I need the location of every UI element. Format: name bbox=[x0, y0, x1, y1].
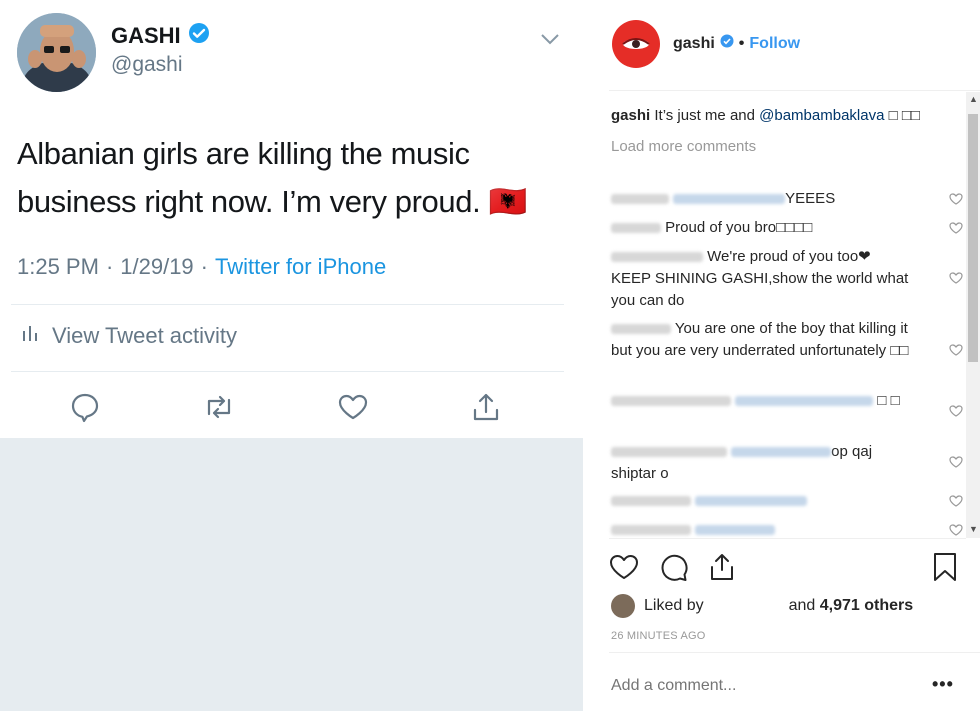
comment-like-icon[interactable] bbox=[949, 271, 963, 285]
divider bbox=[609, 90, 980, 91]
verified-badge-icon bbox=[720, 34, 734, 53]
list-item: We're proud of you too❤ KEEP SHINING GAS… bbox=[611, 246, 911, 312]
list-item: op qaj shiptar o bbox=[611, 441, 911, 485]
bar-chart-icon bbox=[20, 323, 40, 349]
comment-like-icon[interactable] bbox=[949, 404, 963, 418]
display-name[interactable]: GASHI bbox=[111, 23, 181, 49]
comment-text: Proud of you bro□□□□ bbox=[665, 219, 813, 236]
activity-label: View Tweet activity bbox=[52, 323, 238, 348]
comment-like-icon[interactable] bbox=[949, 523, 963, 537]
separator: • bbox=[738, 34, 745, 52]
follow-button[interactable]: Follow bbox=[749, 35, 800, 53]
list-item bbox=[611, 490, 911, 512]
blurred-mention bbox=[695, 496, 808, 507]
blurred-mention bbox=[731, 447, 832, 458]
liked-by-label: Liked by bbox=[644, 597, 704, 614]
post-timestamp[interactable]: 26 MINUTES AGO bbox=[611, 630, 706, 642]
likes-summary[interactable]: Liked by and 4,971 others bbox=[611, 594, 913, 618]
comment-like-icon[interactable] bbox=[949, 221, 963, 235]
twitter-panel: GASHI @gashi Albanian girls are killing … bbox=[0, 0, 583, 711]
blurred-username bbox=[611, 252, 703, 263]
list-item: □ □ bbox=[611, 390, 911, 412]
scroll-up-icon[interactable]: ▲ bbox=[969, 94, 978, 104]
scrollbar-thumb[interactable] bbox=[968, 114, 978, 362]
bookmark-icon[interactable] bbox=[931, 552, 959, 582]
caption-mention[interactable]: @bambambaklava bbox=[759, 107, 884, 124]
handle[interactable]: @gashi bbox=[111, 53, 183, 77]
likes-and: and bbox=[788, 597, 816, 614]
divider bbox=[609, 652, 980, 653]
meta-separator: · bbox=[200, 254, 208, 279]
likes-count[interactable]: 4,971 others bbox=[820, 597, 913, 615]
more-options-icon[interactable]: ••• bbox=[932, 674, 954, 695]
meta-separator: · bbox=[105, 254, 114, 279]
view-tweet-activity-button[interactable]: View Tweet activity bbox=[20, 323, 237, 349]
chevron-down-icon[interactable] bbox=[540, 32, 560, 51]
blurred-username bbox=[611, 396, 731, 407]
blurred-username bbox=[611, 194, 669, 205]
load-more-comments-button[interactable]: Load more comments bbox=[611, 138, 941, 155]
blurred-mention bbox=[695, 525, 776, 536]
heart-icon[interactable] bbox=[609, 552, 639, 582]
comment-text: □ □ bbox=[877, 392, 900, 409]
avatar[interactable] bbox=[17, 13, 96, 92]
tweet-source-link[interactable]: Twitter for iPhone bbox=[215, 254, 386, 280]
tweet-author[interactable]: GASHI bbox=[111, 22, 210, 49]
blurred-username bbox=[611, 525, 691, 536]
share-icon[interactable] bbox=[469, 390, 503, 424]
tweet-date[interactable]: 1/29/19 bbox=[120, 254, 193, 280]
post-author: gashi • Follow bbox=[673, 34, 800, 53]
post-header: gashi • Follow bbox=[583, 0, 980, 90]
list-item: You are one of the boy that killing it b… bbox=[611, 318, 911, 362]
reply-icon[interactable] bbox=[68, 390, 102, 424]
scroll-down-icon[interactable]: ▼ bbox=[969, 524, 978, 534]
tweet-meta: 1:25 PM · 1/29/19 · Twitter for iPhone bbox=[17, 254, 386, 280]
comment-like-icon[interactable] bbox=[949, 192, 963, 206]
caption-username[interactable]: gashi bbox=[611, 107, 650, 124]
like-icon[interactable] bbox=[336, 390, 370, 424]
blurred-mention bbox=[673, 194, 786, 205]
caption-text: It’s just me and bbox=[654, 107, 755, 124]
divider bbox=[609, 538, 966, 539]
scrollbar[interactable]: ▲ ▼ bbox=[966, 92, 980, 538]
avatar[interactable] bbox=[612, 20, 660, 68]
tweet-card: GASHI @gashi Albanian girls are killing … bbox=[0, 0, 583, 438]
divider bbox=[11, 371, 564, 372]
blurred-mention bbox=[735, 396, 874, 407]
username[interactable]: gashi bbox=[673, 35, 715, 53]
list-item: YEEES bbox=[611, 188, 911, 210]
comment-like-icon[interactable] bbox=[949, 455, 963, 469]
comment-text: YEEES bbox=[785, 190, 836, 207]
blurred-username bbox=[611, 496, 691, 507]
comment-like-icon[interactable] bbox=[949, 494, 963, 508]
retweet-icon[interactable] bbox=[202, 390, 236, 424]
tweet-text: Albanian girls are killing the music bus… bbox=[17, 136, 527, 219]
share-icon[interactable] bbox=[707, 552, 737, 582]
caption: gashi It’s just me and @bambambaklava □ … bbox=[611, 105, 941, 126]
divider bbox=[11, 304, 564, 305]
avatar-image bbox=[17, 13, 96, 92]
blurred-username bbox=[611, 447, 727, 458]
verified-badge-icon bbox=[188, 22, 210, 49]
comment-like-icon[interactable] bbox=[949, 343, 963, 357]
add-comment-input[interactable] bbox=[611, 677, 911, 695]
instagram-panel: gashi • Follow gashi It’s just me and @b… bbox=[583, 0, 980, 711]
tweet-time[interactable]: 1:25 PM bbox=[17, 254, 99, 280]
list-item: Proud of you bro□□□□ bbox=[611, 217, 911, 239]
comments-list: gashi It’s just me and @bambambaklava □ … bbox=[611, 105, 963, 536]
blurred-username bbox=[611, 324, 671, 335]
caption-tail: □ □□ bbox=[888, 107, 920, 124]
avatar[interactable] bbox=[611, 594, 635, 618]
comment-icon[interactable] bbox=[659, 552, 689, 582]
blurred-username bbox=[611, 223, 661, 234]
